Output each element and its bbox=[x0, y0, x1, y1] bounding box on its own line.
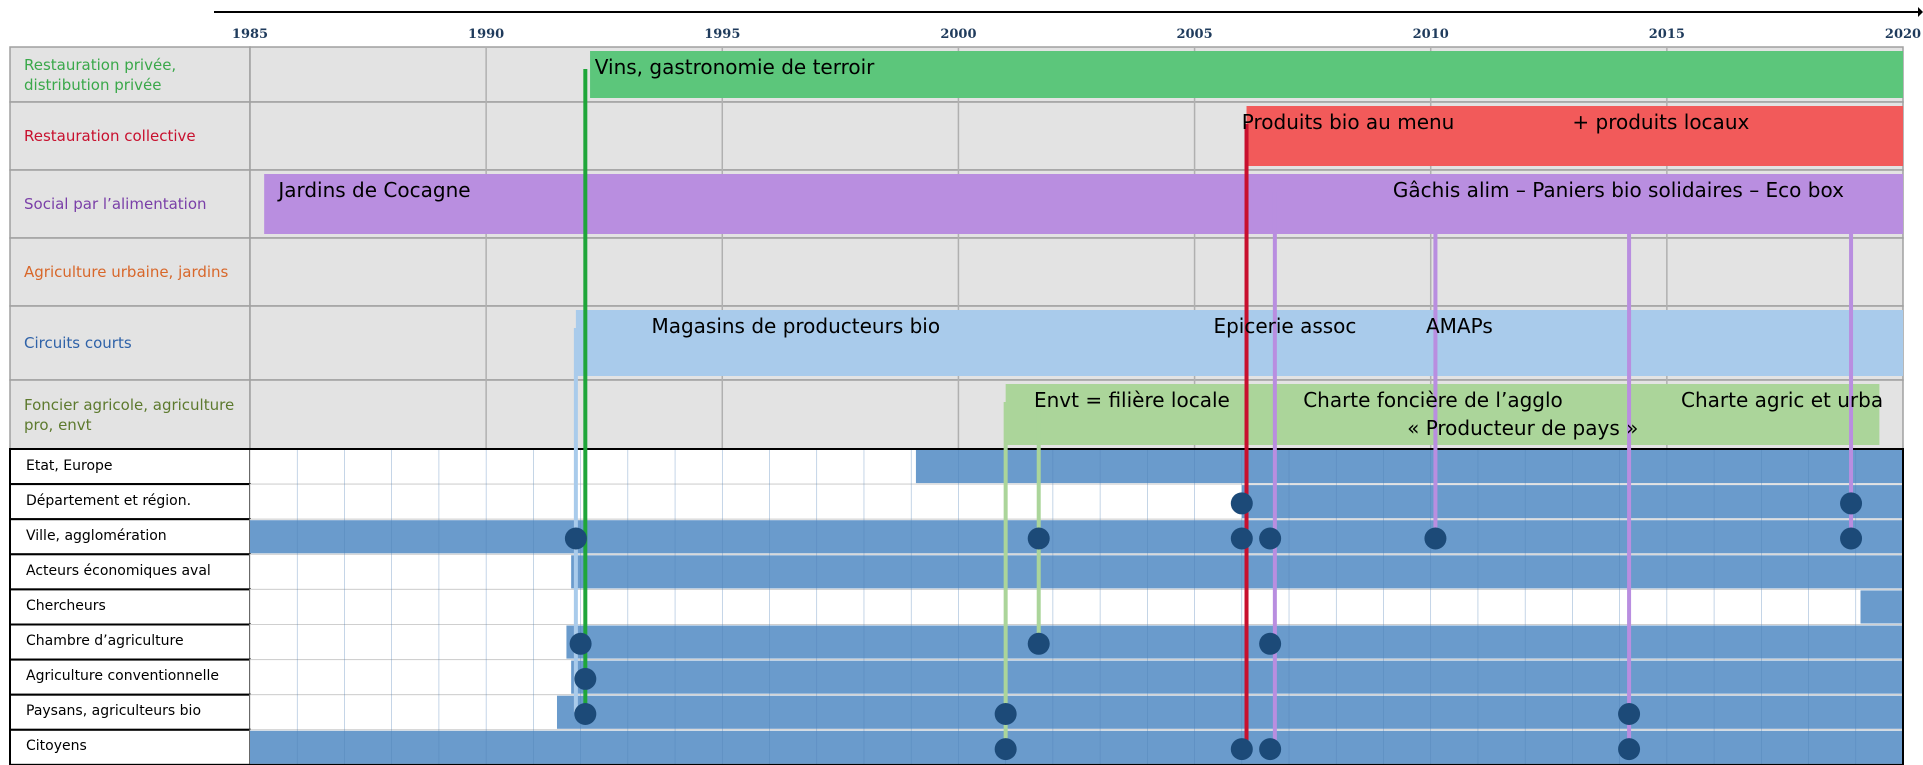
event-dot bbox=[1259, 632, 1282, 655]
actor-label: Département et région. bbox=[26, 492, 192, 509]
event-dot bbox=[1618, 738, 1641, 761]
band-text: Charte agric et urba bbox=[1681, 388, 1884, 412]
event-dot bbox=[569, 632, 592, 655]
domain-label-circuits-courts: Circuits courts bbox=[24, 334, 132, 352]
event-dot bbox=[994, 738, 1017, 761]
domain-label-social: Social par l’alimentation bbox=[24, 195, 207, 213]
year-label-1985: 1985 bbox=[232, 27, 268, 42]
band-text: + produits locaux bbox=[1572, 110, 1750, 134]
event-dot bbox=[1027, 632, 1050, 655]
actor-label: Acteurs économiques aval bbox=[26, 562, 211, 579]
event-dot bbox=[1840, 527, 1863, 550]
actor-label: Chercheurs bbox=[26, 597, 106, 614]
event-dot bbox=[1230, 738, 1253, 761]
time-axis-arrow bbox=[1918, 7, 1923, 17]
band-text: Charte foncière de l’agglo bbox=[1303, 388, 1563, 412]
event-dot bbox=[564, 527, 587, 550]
year-label-1995: 1995 bbox=[704, 27, 740, 42]
actor-involvement-bar bbox=[915, 450, 1903, 484]
year-label-2010: 2010 bbox=[1413, 27, 1449, 42]
event-dot bbox=[1027, 527, 1050, 550]
year-label-2000: 2000 bbox=[940, 27, 976, 42]
actor-involvement-bar bbox=[571, 555, 1903, 589]
year-label-2020: 2020 bbox=[1885, 27, 1921, 42]
band-text: Envt = filière locale bbox=[1033, 388, 1230, 412]
actor-label: Agriculture conventionnelle bbox=[26, 668, 220, 685]
domain-label-restauration-privee: Restauration privée, distribution privée bbox=[24, 55, 177, 94]
domain-timeline-cell bbox=[249, 237, 1904, 307]
event-dot bbox=[1259, 738, 1282, 761]
year-label-2005: 2005 bbox=[1176, 27, 1212, 42]
event-dot bbox=[1230, 527, 1253, 550]
event-dot bbox=[1840, 492, 1863, 515]
year-label-2015: 2015 bbox=[1649, 27, 1685, 42]
band-text: Epicerie assoc bbox=[1213, 314, 1357, 338]
year-label-1990: 1990 bbox=[468, 27, 504, 42]
event-dot bbox=[1424, 527, 1447, 550]
actor-label: Chambre d’agriculture bbox=[26, 633, 184, 650]
domain-label-agriculture-urbaine: Agriculture urbaine, jardins bbox=[24, 263, 229, 281]
actor-label: Paysans, agriculteurs bio bbox=[26, 703, 202, 720]
band-text: Vins, gastronomie de terroir bbox=[594, 55, 875, 79]
domain-label-foncier: Foncier agricole, agriculture pro, envt bbox=[24, 395, 235, 434]
timeline-diagram: 1985 1990 1995 2000 2005 2010 2015 2020 Restaur… bbox=[0, 0, 1923, 765]
actor-label: Ville, agglomération bbox=[26, 527, 167, 544]
band-text: Gâchis alim – Paniers bio solidaires – E… bbox=[1392, 178, 1844, 202]
band-text: Produits bio au menu bbox=[1241, 110, 1455, 134]
actor-involvement-bar bbox=[250, 730, 1903, 764]
actor-involvement-bar bbox=[571, 660, 1903, 694]
event-dot bbox=[1618, 703, 1641, 726]
actor-involvement-bar bbox=[566, 625, 1904, 659]
actor-involvement-bar bbox=[1860, 590, 1903, 624]
event-dot bbox=[994, 703, 1017, 726]
band-text: Jardins de Cocagne bbox=[278, 178, 471, 202]
band-text: « Producteur de pays » bbox=[1407, 416, 1639, 440]
event-dot bbox=[574, 667, 597, 690]
event-dot bbox=[1230, 492, 1253, 515]
actor-involvement-bar bbox=[250, 520, 1903, 554]
band-text: AMAPs bbox=[1425, 314, 1493, 338]
actor-label: Citoyens bbox=[26, 738, 87, 755]
actor-timeline-cell bbox=[249, 588, 1904, 626]
actor-involvement-bar bbox=[556, 695, 1903, 729]
event-dot bbox=[1259, 527, 1282, 550]
event-dot bbox=[574, 703, 597, 726]
domain-label-restauration-collective: Restauration collective bbox=[24, 127, 196, 145]
band-text: Magasins de producteurs bio bbox=[651, 314, 941, 338]
actor-label: Etat, Europe bbox=[26, 457, 113, 474]
